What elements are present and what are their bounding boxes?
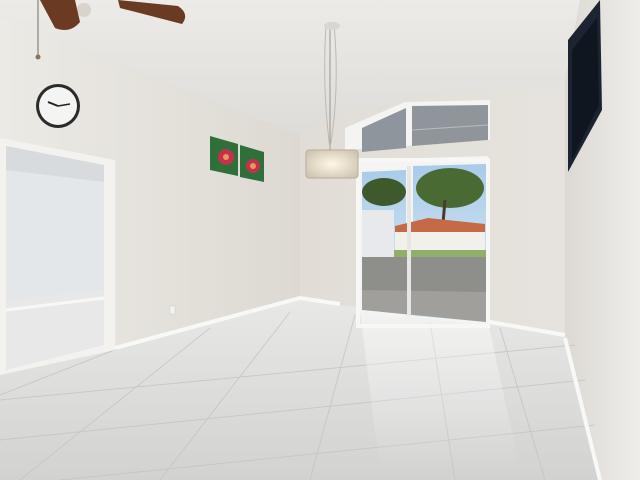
wall-outlet-icon [169,305,176,315]
doorway-icon [0,138,115,375]
sliding-glass-door-icon [356,156,490,328]
room-scene [0,0,640,480]
wall-clock-icon [36,84,80,128]
room-photo [0,0,640,480]
